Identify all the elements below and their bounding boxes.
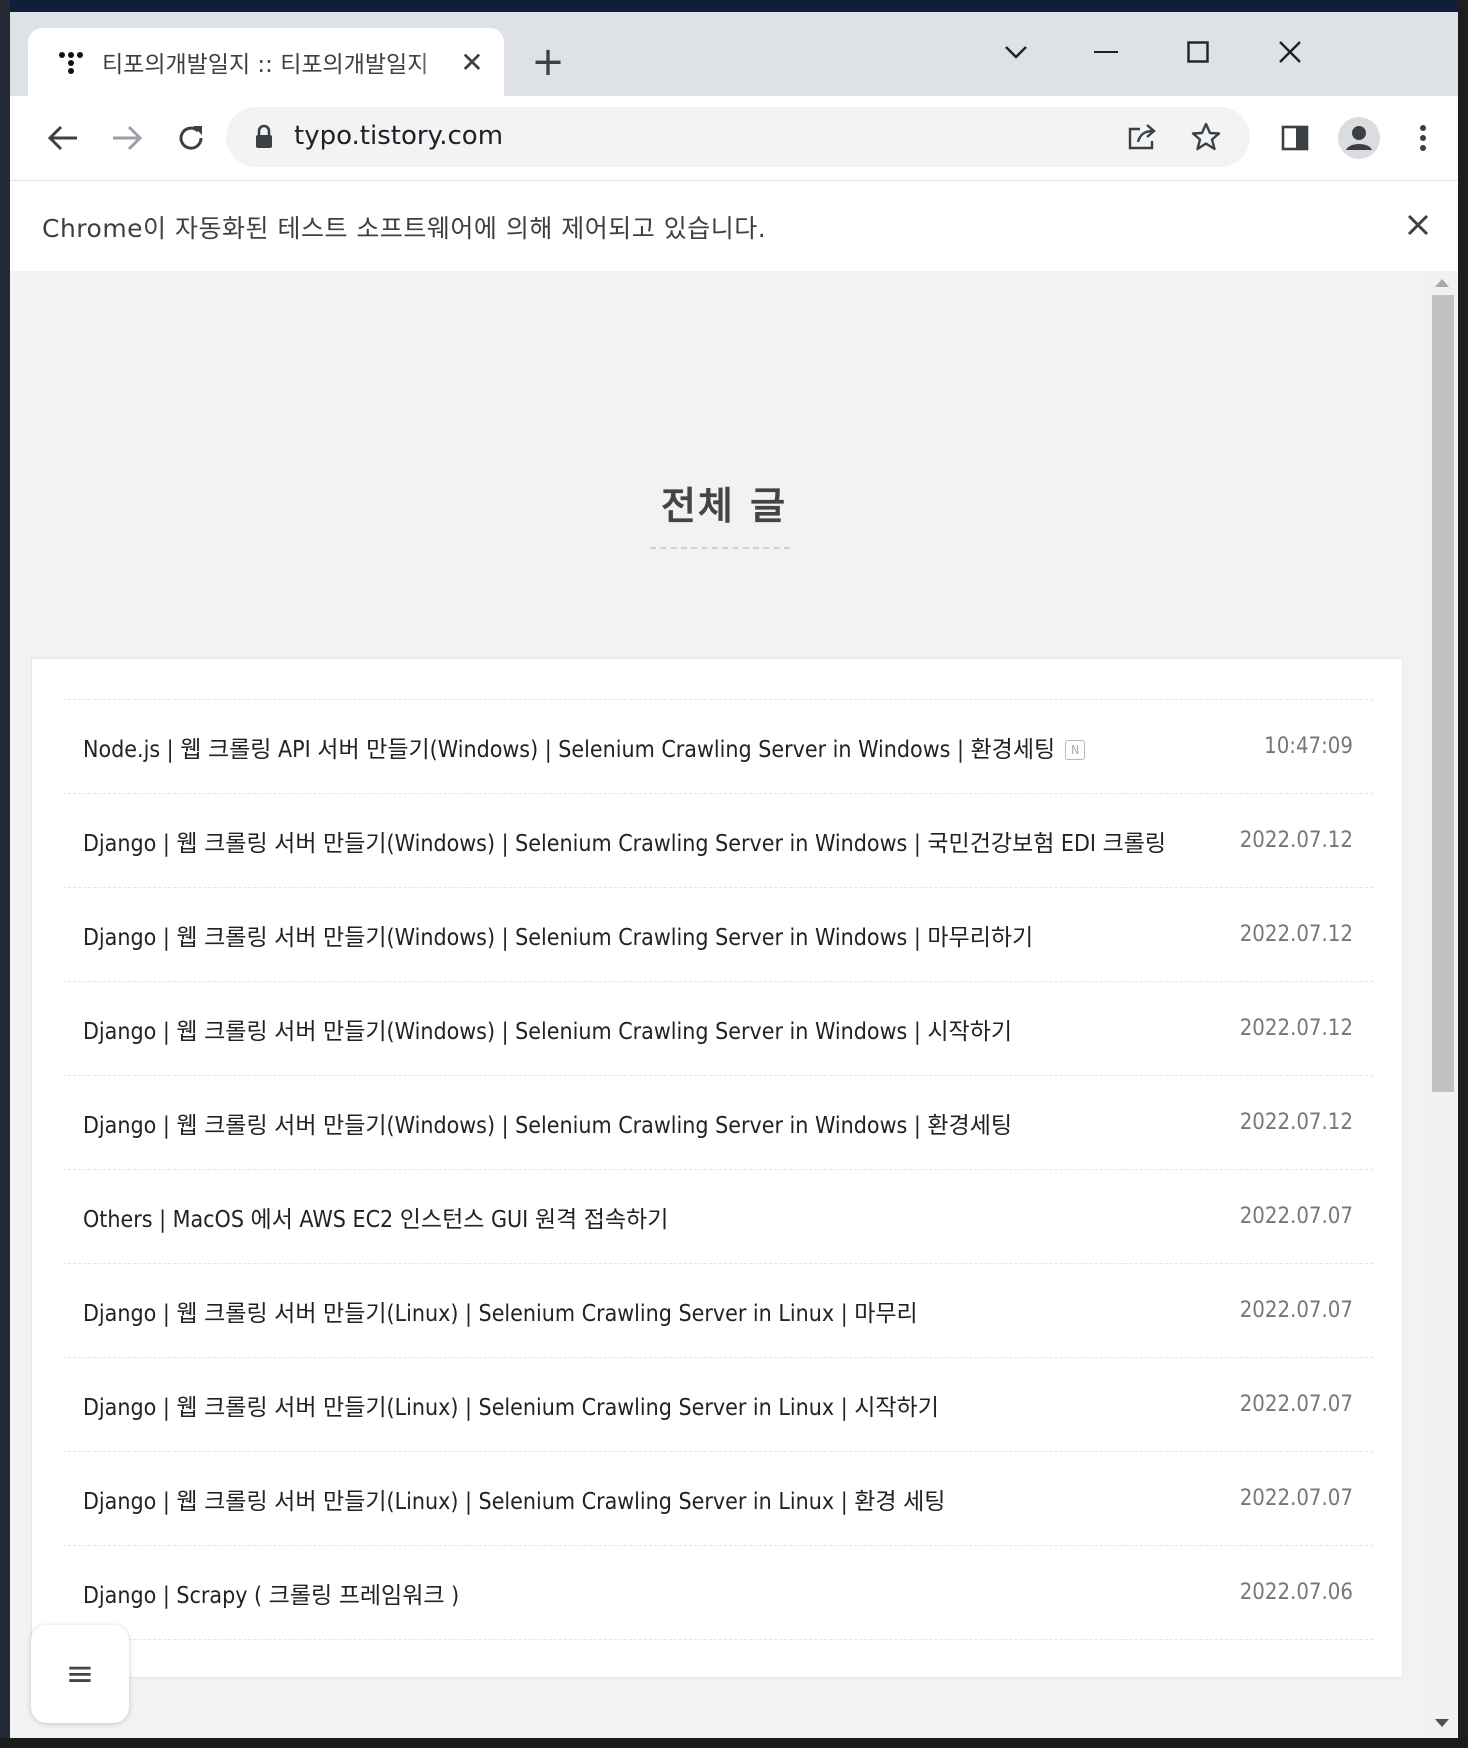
tistory-favicon-icon bbox=[58, 49, 84, 75]
back-button[interactable] bbox=[38, 113, 88, 163]
post-title-text: Django | 웹 크롤링 서버 만들기(Linux) | Selenium … bbox=[83, 1300, 918, 1327]
share-button[interactable] bbox=[1124, 119, 1160, 155]
close-icon bbox=[1407, 214, 1429, 236]
menu-button[interactable]: ≡ bbox=[31, 1625, 129, 1723]
scrollbar[interactable] bbox=[1428, 271, 1458, 1738]
close-window-button[interactable] bbox=[1260, 26, 1320, 78]
scroll-up-arrow-icon[interactable] bbox=[1435, 279, 1449, 287]
close-icon bbox=[1279, 41, 1301, 63]
desktop-background-right bbox=[1458, 0, 1468, 1748]
post-date: 2022.07.12 bbox=[1239, 922, 1353, 947]
tab-title: 티포의개발일지 :: 티포의개발일지 bbox=[102, 52, 429, 78]
share-icon bbox=[1128, 124, 1156, 150]
post-date: 2022.07.06 bbox=[1239, 1580, 1353, 1605]
post-row[interactable]: Django | Scrapy ( 크롤링 프레임워크 ) 2022.07.06 bbox=[63, 1546, 1373, 1640]
post-date: 2022.07.12 bbox=[1239, 1110, 1353, 1135]
desktop-background-bottom bbox=[0, 1738, 1468, 1748]
forward-button[interactable] bbox=[102, 113, 152, 163]
automation-notice-text: Chrome이 자동화된 테스트 소프트웨어에 의해 제어되고 있습니다. bbox=[42, 214, 767, 243]
side-panel-button[interactable] bbox=[1270, 113, 1320, 163]
automation-infobar: Chrome이 자동화된 테스트 소프트웨어에 의해 제어되고 있습니다. bbox=[10, 180, 1458, 271]
post-row[interactable]: Django | 웹 크롤링 서버 만들기(Windows) | Seleniu… bbox=[63, 794, 1373, 888]
scrollbar-thumb[interactable] bbox=[1432, 295, 1454, 1092]
kebab-menu-icon bbox=[1420, 125, 1426, 151]
browser-toolbar: typo.tistory.com bbox=[10, 96, 1458, 180]
page-title: 전체 글 bbox=[660, 484, 788, 528]
post-row[interactable]: Django | 웹 크롤링 서버 만들기(Windows) | Seleniu… bbox=[63, 888, 1373, 982]
post-title-link[interactable]: Django | Scrapy ( 크롤링 프레임워크 ) bbox=[83, 1576, 459, 1610]
post-row[interactable]: Others | MacOS 에서 AWS EC2 인스턴스 GUI 원격 접속… bbox=[63, 1170, 1373, 1264]
minimize-icon bbox=[1094, 51, 1118, 53]
post-title-text: Django | 웹 크롤링 서버 만들기(Windows) | Seleniu… bbox=[83, 1112, 1013, 1139]
post-title-text: Node.js | 웹 크롤링 API 서버 만들기(Windows) | Se… bbox=[83, 736, 1056, 763]
tab-close-icon[interactable]: ✕ bbox=[458, 46, 486, 79]
profile-button[interactable] bbox=[1334, 113, 1384, 163]
post-title-text: Django | 웹 크롤링 서버 만들기(Windows) | Seleniu… bbox=[83, 924, 1034, 951]
post-row[interactable]: Django | 웹 크롤링 서버 만들기(Linux) | Selenium … bbox=[63, 1358, 1373, 1452]
page-viewport: 전체 글 Node.js | 웹 크롤링 API 서버 만들기(Windows)… bbox=[10, 271, 1458, 1738]
new-tab-button[interactable]: + bbox=[528, 42, 568, 82]
bookmark-button[interactable] bbox=[1188, 119, 1224, 155]
star-icon bbox=[1191, 122, 1221, 151]
post-date: 10:47:09 bbox=[1264, 734, 1353, 759]
desktop-background-left bbox=[0, 0, 10, 1748]
post-date: 2022.07.07 bbox=[1239, 1298, 1353, 1323]
post-row[interactable]: Django | 웹 크롤링 서버 만들기(Linux) | Selenium … bbox=[63, 1264, 1373, 1358]
url-text: typo.tistory.com bbox=[294, 121, 504, 151]
address-bar[interactable]: typo.tistory.com bbox=[226, 107, 1250, 167]
new-badge-icon: N bbox=[1065, 740, 1086, 760]
desktop-background-top bbox=[0, 0, 1468, 12]
post-title-link[interactable]: Node.js | 웹 크롤링 API 서버 만들기(Windows) | Se… bbox=[83, 730, 1086, 764]
post-title-link[interactable]: Django | 웹 크롤링 서버 만들기(Linux) | Selenium … bbox=[83, 1482, 945, 1516]
title-divider bbox=[650, 547, 790, 549]
arrow-right-icon bbox=[113, 125, 143, 151]
tab-search-button[interactable] bbox=[986, 26, 1046, 78]
reload-icon bbox=[179, 126, 203, 150]
chevron-down-icon bbox=[1005, 46, 1027, 59]
lock-icon bbox=[256, 124, 272, 148]
post-date: 2022.07.12 bbox=[1239, 828, 1353, 853]
post-title-link[interactable]: Django | 웹 크롤링 서버 만들기(Windows) | Seleniu… bbox=[83, 1106, 1012, 1140]
reload-button[interactable] bbox=[166, 113, 216, 163]
post-title-link[interactable]: Django | 웹 크롤링 서버 만들기(Linux) | Selenium … bbox=[83, 1294, 918, 1328]
post-title-text: Django | 웹 크롤링 서버 만들기(Windows) | Seleniu… bbox=[83, 830, 1167, 857]
post-title-text: Django | 웹 크롤링 서버 만들기(Windows) | Seleniu… bbox=[83, 1018, 1013, 1045]
post-title-link[interactable]: Django | 웹 크롤링 서버 만들기(Linux) | Selenium … bbox=[83, 1388, 939, 1422]
post-row[interactable]: Django | 웹 크롤링 서버 만들기(Windows) | Seleniu… bbox=[63, 1076, 1373, 1170]
post-title-link[interactable]: Others | MacOS 에서 AWS EC2 인스턴스 GUI 원격 접속… bbox=[83, 1200, 668, 1234]
arrow-left-icon bbox=[47, 125, 77, 151]
post-list-card: Node.js | 웹 크롤링 API 서버 만들기(Windows) | Se… bbox=[31, 658, 1403, 1678]
post-title-text: Django | 웹 크롤링 서버 만들기(Linux) | Selenium … bbox=[83, 1394, 939, 1421]
maximize-button[interactable] bbox=[1168, 26, 1228, 78]
post-date: 2022.07.07 bbox=[1239, 1392, 1353, 1417]
browser-window: 티포의개발일지 :: 티포의개발일지 ✕ + typo.tistory.com bbox=[10, 12, 1458, 1738]
post-title-link[interactable]: Django | 웹 크롤링 서버 만들기(Windows) | Seleniu… bbox=[83, 1012, 1012, 1046]
maximize-icon bbox=[1187, 41, 1209, 63]
post-row[interactable]: Django | 웹 크롤링 서버 만들기(Linux) | Selenium … bbox=[63, 1452, 1373, 1546]
minimize-button[interactable] bbox=[1076, 26, 1136, 78]
post-title-link[interactable]: Django | 웹 크롤링 서버 만들기(Windows) | Seleniu… bbox=[83, 824, 1166, 858]
avatar-icon bbox=[1338, 117, 1380, 159]
post-row[interactable]: Node.js | 웹 크롤링 API 서버 만들기(Windows) | Se… bbox=[63, 700, 1373, 794]
post-title-text: Django | Scrapy ( 크롤링 프레임워크 ) bbox=[83, 1582, 460, 1609]
post-date: 2022.07.07 bbox=[1239, 1486, 1353, 1511]
post-date: 2022.07.07 bbox=[1239, 1204, 1353, 1229]
tab-strip: 티포의개발일지 :: 티포의개발일지 ✕ + bbox=[10, 12, 1458, 96]
side-panel-icon bbox=[1281, 125, 1309, 151]
infobar-close-button[interactable] bbox=[1398, 205, 1438, 245]
post-title-text: Django | 웹 크롤링 서버 만들기(Linux) | Selenium … bbox=[83, 1488, 946, 1515]
post-title-link[interactable]: Django | 웹 크롤링 서버 만들기(Windows) | Seleniu… bbox=[83, 918, 1033, 952]
chrome-menu-button[interactable] bbox=[1398, 113, 1448, 163]
post-row[interactable]: Django | 웹 크롤링 서버 만들기(Windows) | Seleniu… bbox=[63, 982, 1373, 1076]
post-date: 2022.07.12 bbox=[1239, 1016, 1353, 1041]
scroll-down-arrow-icon[interactable] bbox=[1435, 1719, 1449, 1727]
post-title-text: Others | MacOS 에서 AWS EC2 인스턴스 GUI 원격 접속… bbox=[83, 1206, 669, 1233]
tab-active[interactable]: 티포의개발일지 :: 티포의개발일지 ✕ bbox=[28, 28, 504, 96]
post-list: Node.js | 웹 크롤링 API 서버 만들기(Windows) | Se… bbox=[63, 699, 1373, 1640]
